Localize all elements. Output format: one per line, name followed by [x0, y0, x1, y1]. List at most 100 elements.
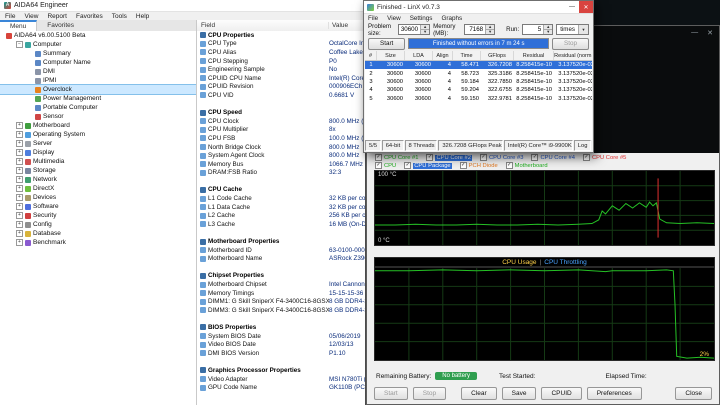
- sidebar-item-software[interactable]: + Software: [0, 202, 196, 211]
- sidebar-item-computer[interactable]: − Computer: [0, 40, 196, 49]
- field-row[interactable]: Motherboard Name ASRock Z390 Steel Legend: [197, 254, 365, 263]
- run-count-stepper[interactable]: 5 ▲ ▼: [522, 24, 554, 35]
- sidebar-item-network[interactable]: + Network: [0, 175, 196, 184]
- result-row[interactable]: 2 30600 30600 4 58.723 325.3186 8.258415e-10 3.…: [365, 69, 592, 77]
- column-header-value[interactable]: Value: [329, 22, 365, 29]
- expand-icon[interactable]: +: [16, 185, 23, 192]
- field-row[interactable]: L3 Cache 16 MB (On-Die, ECC, Full-Speed): [197, 220, 365, 229]
- start-button[interactable]: Start: [368, 37, 406, 50]
- sidebar-item-operating-system[interactable]: + Operating System: [0, 130, 196, 139]
- menu-item-view[interactable]: View: [24, 13, 38, 20]
- field-row[interactable]: CPU Clock 800.0 MHz (original: 3600 MHz): [197, 117, 365, 126]
- chevron-down-icon[interactable]: ▼: [578, 25, 588, 34]
- field-row[interactable]: Video Adapter MSI N780Ti (MS-V298): [197, 375, 365, 384]
- legend-cpu-core-1[interactable]: ✓ CPU Core #1: [375, 154, 418, 161]
- section-row[interactable]: BIOS Properties: [197, 323, 365, 332]
- stepper-arrows-icon[interactable]: ▲ ▼: [420, 25, 430, 34]
- legend-cpu-package[interactable]: ✓ CPU Package: [404, 162, 452, 169]
- field-row[interactable]: CPU FSB 100.0 MHz (original: 100 MHz): [197, 134, 365, 143]
- run-unit-dropdown[interactable]: times ▼: [556, 24, 589, 35]
- expand-icon[interactable]: +: [16, 221, 23, 228]
- section-row[interactable]: CPU Speed: [197, 108, 365, 117]
- field-row[interactable]: CPU Multiplier 8x: [197, 126, 365, 135]
- field-row[interactable]: Engineering Sample No: [197, 65, 365, 74]
- field-row[interactable]: GPU Code Name GK110B (PCI Express 3.0 x16…: [197, 383, 365, 392]
- section-row[interactable]: Motherboard Properties: [197, 237, 365, 246]
- expand-icon[interactable]: +: [16, 140, 23, 147]
- expand-icon[interactable]: +: [16, 122, 23, 129]
- cpuid-button[interactable]: CPUID: [541, 386, 582, 400]
- result-row[interactable]: 4 30600 30600 4 59.204 322.6755 8.258415e-10 3.…: [365, 86, 592, 94]
- field-row[interactable]: DIMM1: G Skill SniperX F4-3400C16-8GSXW 8…: [197, 297, 365, 306]
- field-row[interactable]: DRAM:FSB Ratio 32:3: [197, 169, 365, 178]
- field-row[interactable]: L2 Cache 256 KB per core (On-Die, ECC, Fu…: [197, 211, 365, 220]
- menu-item-file[interactable]: File: [368, 15, 378, 22]
- field-row[interactable]: System Agent Clock 800.0 MHz: [197, 151, 365, 160]
- checkbox-icon[interactable]: ✓: [582, 154, 590, 161]
- menu-item-graphs[interactable]: Graphs: [441, 15, 462, 22]
- sidebar-item-summary[interactable]: +Summary: [0, 49, 196, 58]
- checkbox-icon[interactable]: ✓: [375, 162, 382, 169]
- section-row[interactable]: CPU Properties: [197, 31, 365, 40]
- sidebar-item-dmi[interactable]: +DMI: [0, 67, 196, 76]
- field-row[interactable]: CPUID CPU Name Intel(R) Core(TM) i9-9900K…: [197, 74, 365, 83]
- checkbox-icon[interactable]: ✓: [404, 162, 412, 169]
- preferences-button[interactable]: Preferences: [586, 386, 642, 400]
- legend-cpu-core-2[interactable]: ✓ CPU Core #2: [426, 154, 472, 161]
- legend-cpu[interactable]: ✓ CPU: [375, 162, 396, 169]
- memory-value[interactable]: 7168: [465, 25, 485, 34]
- field-row[interactable]: Video BIOS Date 12/03/13: [197, 340, 365, 349]
- field-row[interactable]: Motherboard ID 63-0100-000001-00101111-04…: [197, 246, 365, 255]
- menu-item-tools[interactable]: Tools: [112, 13, 127, 20]
- memory-stepper[interactable]: 7168 ▲ ▼: [464, 24, 496, 35]
- sidebar-item-config[interactable]: + Config: [0, 220, 196, 229]
- stop-button[interactable]: Stop: [412, 386, 447, 400]
- field-row[interactable]: North Bridge Clock 800.0 MHz: [197, 143, 365, 152]
- sidebar-item-aida64-v6-00-5100-beta[interactable]: AIDA64 v6.00.5100 Beta: [0, 31, 196, 40]
- stop-button[interactable]: Stop: [552, 37, 589, 50]
- menu-item-file[interactable]: File: [5, 13, 15, 20]
- sidebar-item-motherboard[interactable]: + Motherboard: [0, 121, 196, 130]
- field-row[interactable]: CPU VID 0.6681 V: [197, 91, 365, 100]
- menu-item-help[interactable]: Help: [136, 13, 149, 20]
- sidebar-item-power-management[interactable]: +Power Management: [0, 94, 196, 103]
- legend-cpu-core-3[interactable]: ✓ CPU Core #3: [479, 154, 523, 161]
- legend-cpu-core-5[interactable]: ✓ CPU Core #5: [582, 154, 626, 161]
- field-row[interactable]: DIMM3: G Skill SniperX F4-3400C16-8GSXW 8…: [197, 306, 365, 315]
- close-icon[interactable]: ✕: [579, 1, 593, 13]
- field-row[interactable]: L1 Code Cache 32 KB per core: [197, 194, 365, 203]
- menu-item-favorites[interactable]: Favorites: [76, 13, 103, 20]
- field-row[interactable]: L1 Data Cache 32 KB per core: [197, 203, 365, 212]
- menu-item-view[interactable]: View: [387, 15, 401, 22]
- sidebar-item-overclock[interactable]: +Overclock: [0, 84, 196, 95]
- checkbox-icon[interactable]: ✓: [426, 154, 434, 161]
- expand-icon[interactable]: +: [16, 194, 23, 201]
- field-row[interactable]: CPU Alias Coffee Lake-S: [197, 48, 365, 57]
- expand-icon[interactable]: +: [16, 176, 23, 183]
- minimize-icon[interactable]: —: [691, 29, 698, 37]
- expand-icon[interactable]: +: [16, 167, 23, 174]
- sidebar-item-database[interactable]: + Database: [0, 229, 196, 238]
- expand-icon[interactable]: +: [16, 230, 23, 237]
- menu-item-settings[interactable]: Settings: [410, 15, 433, 22]
- stepper-arrows-icon[interactable]: ▲ ▼: [543, 25, 553, 34]
- checkbox-icon[interactable]: ✓: [459, 162, 467, 169]
- field-row[interactable]: CPU Type OctalCore Intel Core i9-9900K: [197, 40, 365, 49]
- close-button[interactable]: Close: [675, 386, 712, 400]
- collapse-icon[interactable]: −: [16, 41, 23, 48]
- sidebar-item-benchmark[interactable]: + Benchmark: [0, 238, 196, 247]
- menu-item-report[interactable]: Report: [47, 13, 67, 20]
- minimize-icon[interactable]: —: [565, 1, 579, 13]
- stepper-arrows-icon[interactable]: ▲ ▼: [485, 25, 495, 34]
- checkbox-icon[interactable]: ✓: [505, 162, 513, 169]
- sidebar-item-display[interactable]: + Display: [0, 148, 196, 157]
- expand-icon[interactable]: +: [16, 203, 23, 210]
- checkbox-icon[interactable]: ✓: [531, 154, 539, 161]
- sidebar-item-portable-computer[interactable]: +Portable Computer: [0, 103, 196, 112]
- tab-menu[interactable]: Menu: [0, 20, 38, 31]
- result-row[interactable]: 1 30600 30600 4 58.471 326.7208 8.258415e-10 3.…: [365, 61, 592, 70]
- section-row[interactable]: Graphics Processor Properties: [197, 366, 365, 375]
- sidebar-item-devices[interactable]: + Devices: [0, 193, 196, 202]
- sidebar-item-ipmi[interactable]: +IPMI: [0, 76, 196, 85]
- sidebar-item-storage[interactable]: + Storage: [0, 166, 196, 175]
